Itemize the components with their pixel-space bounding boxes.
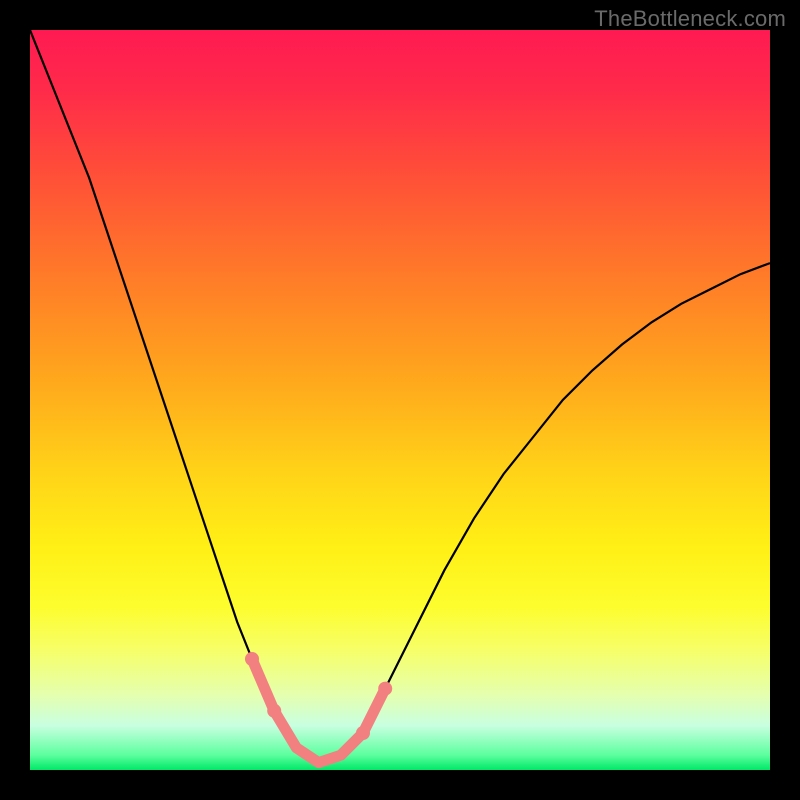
highlight-dot bbox=[245, 652, 259, 666]
plot-area bbox=[30, 30, 770, 770]
highlight-dot bbox=[378, 682, 392, 696]
highlight-dots bbox=[245, 652, 392, 763]
curve-svg bbox=[30, 30, 770, 770]
main-curve bbox=[30, 30, 770, 763]
watermark-text: TheBottleneck.com bbox=[594, 6, 786, 32]
bottleneck-curve-line bbox=[30, 30, 770, 763]
highlight-dot bbox=[267, 704, 281, 718]
highlight-dot bbox=[356, 726, 370, 740]
chart-frame: TheBottleneck.com bbox=[0, 0, 800, 800]
